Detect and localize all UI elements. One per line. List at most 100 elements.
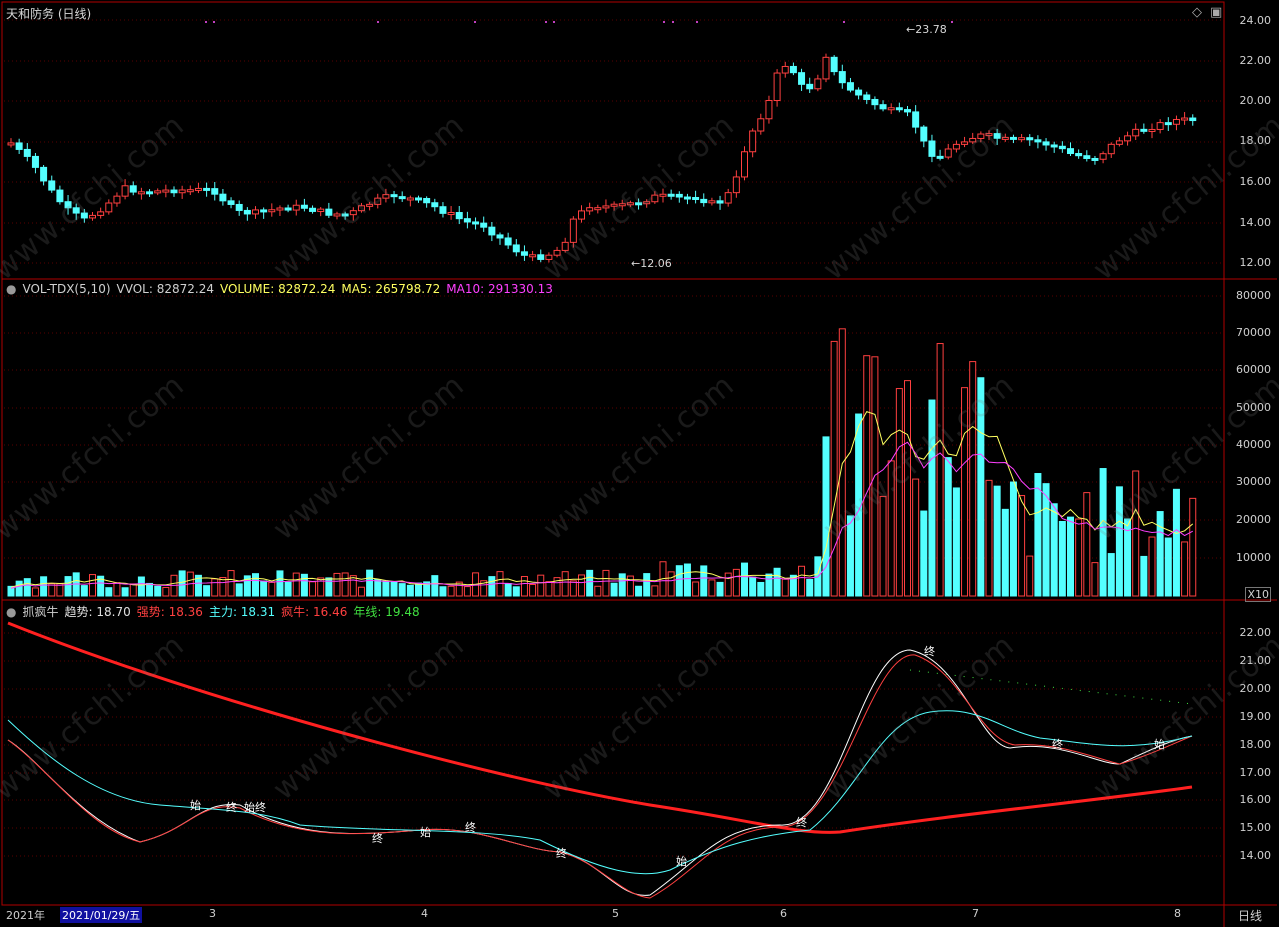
- indicator-tick: 18.00: [1239, 738, 1272, 751]
- candle-body: [1026, 137, 1034, 141]
- candle-body: [855, 89, 863, 96]
- volume-bar: [781, 578, 789, 597]
- volume-tick: 80000: [1236, 289, 1271, 302]
- chart-stage[interactable]: 天和防务 (日线) ◇ ▣ ● VOL-TDX(5,10) VVOL: 82872.…: [0, 0, 1279, 927]
- candle-body: [23, 148, 31, 157]
- signal-marker: 终: [1052, 738, 1063, 751]
- volume-bar: [89, 574, 96, 597]
- candle-body: [749, 130, 757, 153]
- volume-bar: [912, 478, 920, 597]
- volume-bar: [406, 584, 414, 597]
- candle-body: [1140, 128, 1148, 132]
- volume-bar: [830, 340, 838, 597]
- candle-body: [496, 234, 504, 239]
- candle-body: [806, 83, 814, 90]
- volume-bar: [227, 570, 235, 597]
- volume-bar: [529, 584, 537, 597]
- candle-body: [243, 209, 251, 215]
- candle-body: [154, 190, 162, 194]
- signal-marker: 终: [556, 847, 567, 860]
- candle-body: [488, 226, 496, 236]
- candle-body: [31, 155, 39, 168]
- candle-body: [1099, 153, 1107, 160]
- candle-body: [1148, 128, 1156, 132]
- volume-bar: [374, 579, 382, 597]
- volume-bar: [1026, 555, 1034, 597]
- crazy-value: 疯牛: 16.46: [281, 605, 348, 619]
- volume-bar: [80, 585, 88, 597]
- volume-bar: [610, 582, 618, 597]
- volume-bar: [643, 573, 651, 597]
- volume-bar: [1058, 520, 1066, 597]
- candle-body: [814, 78, 822, 90]
- volume-bar: [561, 571, 569, 597]
- price-tick: 12.00: [1239, 256, 1272, 269]
- signal-marker: 终: [372, 832, 383, 845]
- volume-bar: [276, 570, 284, 597]
- candle-body: [7, 142, 15, 146]
- candle-body: [683, 196, 691, 200]
- volume-bar: [920, 510, 928, 597]
- main-value: 主力: 18.31: [208, 605, 276, 619]
- volume-bar: [1009, 481, 1017, 597]
- volume-bar: [1091, 562, 1099, 597]
- volume-bar: [773, 567, 781, 597]
- signal-marker: 始: [190, 799, 201, 812]
- candle-body: [219, 193, 227, 202]
- candle-body: [423, 197, 431, 204]
- candle-body: [178, 189, 186, 194]
- volume-bar: [1067, 516, 1074, 597]
- volume-bar: [121, 587, 129, 597]
- collapse-icon[interactable]: ●: [6, 605, 16, 619]
- candle-body: [1067, 148, 1074, 155]
- candle-body: [162, 189, 170, 193]
- signal-dot: [474, 21, 476, 23]
- ma10-value: MA10: 291330.13: [446, 282, 553, 296]
- candle-body: [912, 111, 920, 128]
- volume-bar: [40, 576, 48, 597]
- candle-body: [398, 196, 406, 200]
- volume-bar: [1083, 492, 1091, 597]
- high-value: 23.78: [915, 23, 947, 36]
- price-tick: 16.00: [1239, 175, 1272, 188]
- year-value: 年线: 19.48: [353, 605, 420, 619]
- volume-bar: [1050, 503, 1058, 597]
- candle-body: [1172, 118, 1180, 125]
- candle-body: [846, 82, 854, 91]
- candle-body: [798, 72, 806, 85]
- volume-bar: [578, 574, 585, 597]
- volume-bar: [137, 576, 145, 597]
- period-tab[interactable]: 日线: [1238, 907, 1262, 924]
- volume-bar: [675, 565, 683, 597]
- volume-bar: [382, 580, 390, 597]
- indicator-header: ● 抓疯牛 趋势: 18.70 强势: 18.36 主力: 18.31 疯牛: 16.46…: [6, 603, 426, 620]
- volume-tick: 10000: [1236, 551, 1271, 564]
- volume-bar: [113, 582, 121, 597]
- volume-bar: [1001, 508, 1009, 597]
- year-label: 2021年: [6, 909, 45, 922]
- price-tick: 14.00: [1239, 216, 1272, 229]
- window-control-icon[interactable]: ▣: [1210, 5, 1222, 20]
- volume-bar: [15, 580, 23, 597]
- indicator-tick: 19.00: [1239, 710, 1272, 723]
- diamond-icon[interactable]: ◇: [1192, 5, 1202, 20]
- volume-bar: [635, 585, 643, 597]
- volume-bar: [211, 578, 219, 597]
- candle-body: [1164, 122, 1172, 126]
- candle-body: [431, 202, 439, 208]
- signal-marker: 终: [796, 816, 807, 829]
- signal-marker: 始: [420, 826, 431, 839]
- month-label: 4: [421, 907, 428, 920]
- month-label: 5: [612, 907, 619, 920]
- candle-body: [137, 191, 145, 195]
- candle-body: [822, 56, 830, 80]
- candle-body: [1050, 144, 1058, 148]
- volume-bar: [178, 570, 186, 597]
- cursor-date: 2021/01/29/五: [60, 907, 143, 923]
- volume-bar: [333, 572, 341, 597]
- volume-bar: [1107, 553, 1115, 597]
- candle-body: [1075, 153, 1083, 157]
- candle-body: [1156, 122, 1164, 130]
- signal-marker: 始终: [244, 801, 266, 814]
- candle-body: [309, 207, 317, 212]
